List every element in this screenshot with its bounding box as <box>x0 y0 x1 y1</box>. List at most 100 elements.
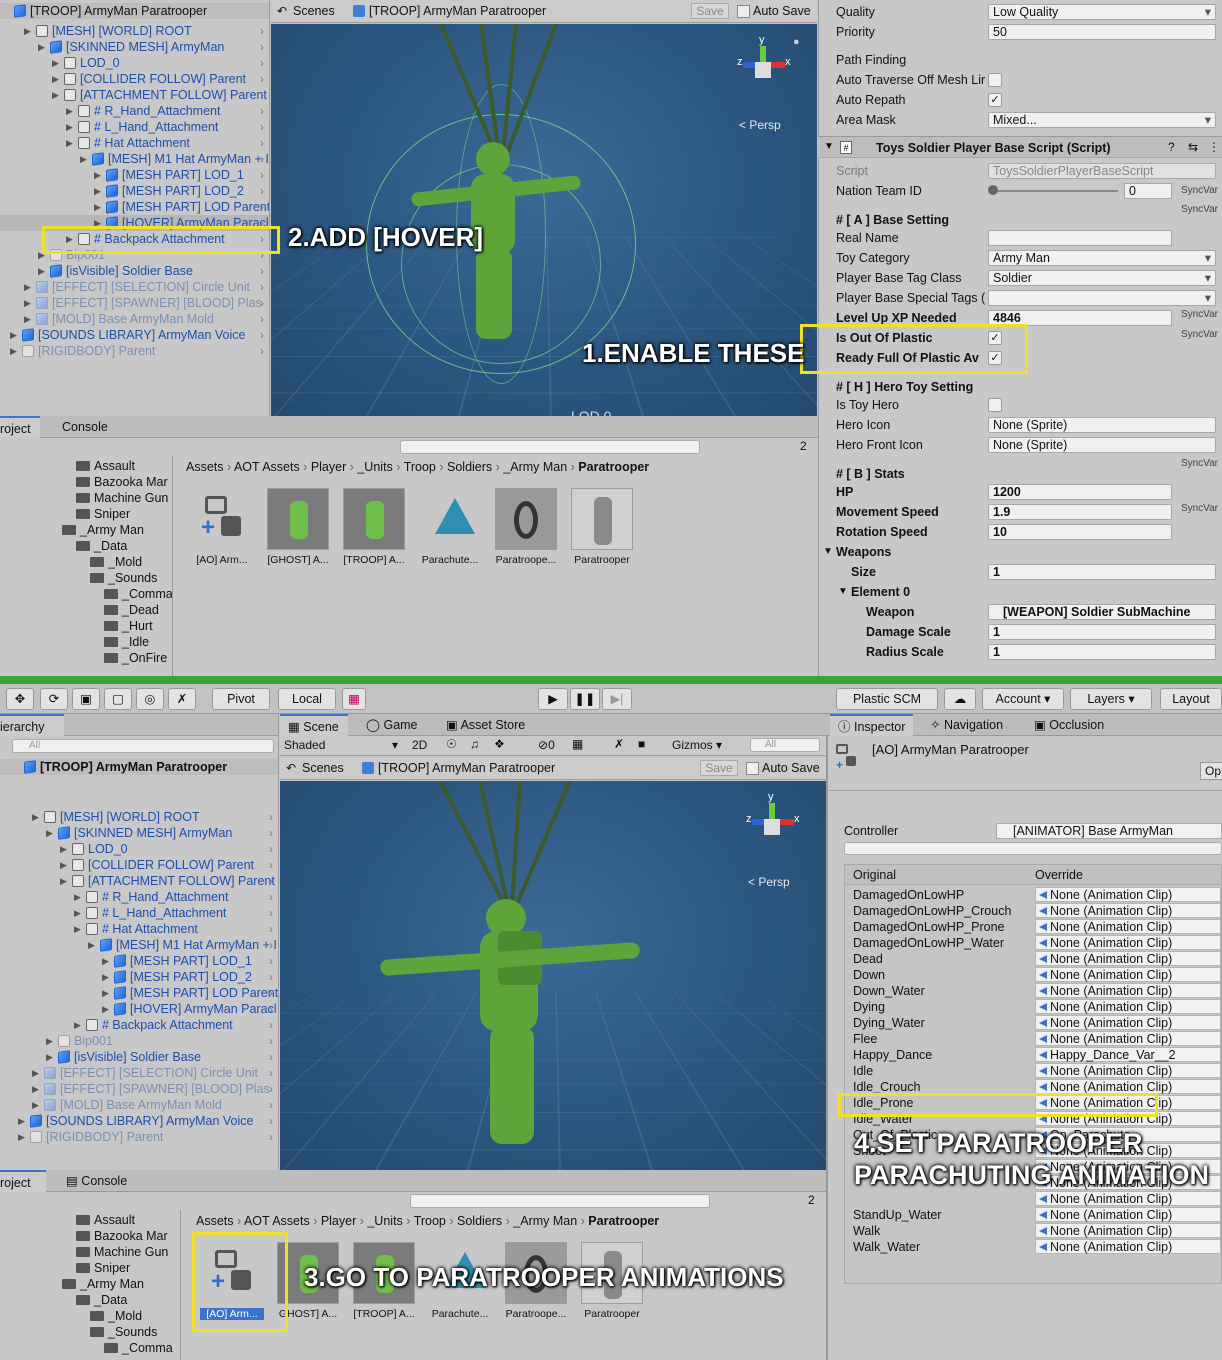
chevron-right-icon[interactable]: › <box>260 135 264 151</box>
tab-project[interactable]: roject <box>0 416 40 438</box>
asset-item[interactable]: [TROOP] A... <box>342 488 406 566</box>
asset-item[interactable]: Paratrooper <box>570 488 634 566</box>
auto-save-checkbox[interactable] <box>737 5 750 18</box>
hierarchy-item[interactable]: ▶ [SKINNED MESH] ArmyMan › <box>0 39 270 55</box>
breadcrumb-item[interactable]: Player <box>311 460 346 474</box>
chevron-right-icon[interactable]: › <box>269 1113 273 1129</box>
plastic-scm-button[interactable]: Plastic SCM <box>836 688 938 710</box>
chevron-right-icon[interactable]: › <box>269 1017 273 1033</box>
element0-foldout-icon[interactable]: ▼ <box>838 582 848 602</box>
expand-arrow-icon[interactable]: ▶ <box>24 295 31 311</box>
project-search[interactable] <box>410 1194 710 1208</box>
expand-arrow-icon[interactable]: ▶ <box>10 343 17 359</box>
hierarchy-item[interactable]: ▶ [MESH PART] LOD_1 › <box>0 167 270 183</box>
override-clip-field[interactable]: None (Animation Clip) <box>1035 1015 1221 1030</box>
tools-toggle-icon[interactable]: ✗ <box>614 737 624 751</box>
chevron-right-icon[interactable]: › <box>260 151 264 167</box>
hierarchy-item[interactable]: ▶ [EFFECT] [SELECTION] Circle Unit › <box>0 1065 279 1081</box>
rotate-tool-icon[interactable]: ⟳ <box>40 688 68 710</box>
hidden-count[interactable]: 2 <box>808 1193 815 1207</box>
chevron-right-icon[interactable]: › <box>269 1033 273 1049</box>
expand-arrow-icon[interactable]: ▶ <box>24 279 31 295</box>
asset-item[interactable]: Parachute... <box>418 488 482 566</box>
hierarchy-item[interactable]: ▶ [HOVER] ArmyMan Paracl › <box>0 1001 279 1017</box>
auto-traverse-checkbox[interactable] <box>988 73 1002 87</box>
move-tool-icon[interactable]: ✥ <box>6 688 34 710</box>
expand-arrow-icon[interactable]: ▶ <box>66 135 73 151</box>
lock-icon[interactable]: ● <box>793 36 800 48</box>
scale-tool-icon[interactable]: ▣ <box>72 688 100 710</box>
hierarchy-item[interactable]: ▶ [MESH] M1 Hat ArmyMan + I › <box>0 151 270 167</box>
hierarchy-item[interactable]: ▶ [SKINNED MESH] ArmyMan › <box>0 825 279 841</box>
expand-arrow-icon[interactable]: ▶ <box>10 327 17 343</box>
override-clip-field[interactable]: None (Animation Clip) <box>1035 999 1221 1014</box>
chevron-right-icon[interactable]: › <box>269 921 273 937</box>
hierarchy-item[interactable]: ▶ Bip001 › <box>0 1033 279 1049</box>
special-tags-dropdown[interactable] <box>988 290 1216 306</box>
override-clip-field[interactable]: None (Animation Clip) <box>1035 1207 1221 1222</box>
asset-item[interactable]: + [AO] Arm... <box>190 488 254 566</box>
area-mask-dropdown[interactable]: Mixed... <box>988 112 1216 128</box>
breadcrumb-item[interactable]: Assets <box>196 1214 234 1228</box>
chevron-right-icon[interactable]: › <box>260 263 264 279</box>
component-foldout-icon[interactable]: ▼ <box>824 141 834 152</box>
chevron-right-icon[interactable]: › <box>269 857 273 873</box>
scene-viewport[interactable]: y z x < Persp <box>280 781 826 1170</box>
expand-arrow-icon[interactable]: ▶ <box>94 199 101 215</box>
override-clip-field[interactable]: None (Animation Clip) <box>1035 935 1221 950</box>
rot-speed-field[interactable]: 10 <box>988 524 1172 540</box>
chevron-right-icon[interactable]: › <box>269 873 273 889</box>
expand-arrow-icon[interactable]: ▶ <box>24 23 31 39</box>
settings-icon[interactable]: ⇆ <box>1188 140 1198 154</box>
chevron-right-icon[interactable]: › <box>269 1049 273 1065</box>
chevron-right-icon[interactable]: › <box>260 279 264 295</box>
override-clip-field[interactable]: None (Animation Clip) <box>1035 1191 1221 1206</box>
expand-arrow-icon[interactable]: ▶ <box>46 1049 53 1065</box>
auto-save-checkbox[interactable] <box>746 762 759 775</box>
override-clip-field[interactable]: Happy_Dance_Var__2 <box>1035 1047 1221 1062</box>
breadcrumb-item[interactable]: AOT Assets <box>244 1214 310 1228</box>
chevron-right-icon[interactable]: › <box>269 937 273 953</box>
override-clip-field[interactable]: None (Animation Clip) <box>1035 983 1221 998</box>
chevron-right-icon[interactable]: › <box>260 23 264 39</box>
scenes-back-icon[interactable]: ↶ <box>286 761 296 775</box>
breadcrumb-item[interactable]: _Army Man <box>513 1214 577 1228</box>
quality-dropdown[interactable]: Low Quality <box>988 4 1216 20</box>
expand-arrow-icon[interactable]: ▶ <box>46 1033 53 1049</box>
save-button[interactable]: Save <box>691 3 729 19</box>
expand-arrow-icon[interactable]: ▶ <box>60 841 67 857</box>
expand-arrow-icon[interactable]: ▶ <box>32 809 39 825</box>
real-name-field[interactable] <box>988 230 1172 246</box>
breadcrumb-item[interactable]: _Units <box>367 1214 402 1228</box>
gizmos-dropdown[interactable]: Gizmos ▾ <box>672 738 722 752</box>
hierarchy-item[interactable]: ▶ # Hat Attachment › <box>0 135 270 151</box>
breadcrumb-item[interactable]: _Army Man <box>503 460 567 474</box>
hierarchy-scene-header[interactable]: [TROOP] ArmyMan Paratrooper <box>0 759 279 775</box>
chevron-right-icon[interactable]: › <box>260 55 264 71</box>
hierarchy-item[interactable]: ▶ # Hat Attachment › <box>0 921 279 937</box>
asset-item[interactable]: Paratroope... <box>494 488 558 566</box>
hierarchy-item[interactable]: ▶ [MESH] [WORLD] ROOT › <box>0 23 270 39</box>
hierarchy-search[interactable]: All <box>12 739 274 753</box>
expand-arrow-icon[interactable]: ▶ <box>66 119 73 135</box>
hierarchy-item[interactable]: ▶ [MESH PART] LOD Parent › <box>0 199 270 215</box>
override-clip-field[interactable]: None (Animation Clip) <box>1035 1063 1221 1078</box>
hierarchy-item[interactable]: ▶ [EFFECT] [SELECTION] Circle Unit › <box>0 279 270 295</box>
hierarchy-item[interactable]: ▶ [MESH PART] LOD Parent › <box>0 985 279 1001</box>
chevron-right-icon[interactable]: › <box>269 825 273 841</box>
chevron-right-icon[interactable]: › <box>260 71 264 87</box>
move-speed-field[interactable]: 1.9 <box>988 504 1172 520</box>
override-clip-field[interactable]: None (Animation Clip) <box>1035 1079 1221 1094</box>
chevron-right-icon[interactable]: › <box>260 311 264 327</box>
tab-hierarchy[interactable]: ierarchy <box>0 714 64 736</box>
nation-slider-handle[interactable] <box>988 185 998 195</box>
play-button[interactable]: ▶ <box>538 688 568 710</box>
expand-arrow-icon[interactable]: ▶ <box>24 311 31 327</box>
expand-arrow-icon[interactable]: ▶ <box>46 825 53 841</box>
expand-arrow-icon[interactable]: ▶ <box>80 151 87 167</box>
hierarchy-item[interactable]: ▶ [isVisible] Soldier Base › <box>0 1049 279 1065</box>
asset-item[interactable]: [GHOST] A... <box>266 488 330 566</box>
expand-arrow-icon[interactable]: ▶ <box>32 1097 39 1113</box>
expand-arrow-icon[interactable]: ▶ <box>66 103 73 119</box>
nation-field[interactable]: 0 <box>1124 183 1172 199</box>
